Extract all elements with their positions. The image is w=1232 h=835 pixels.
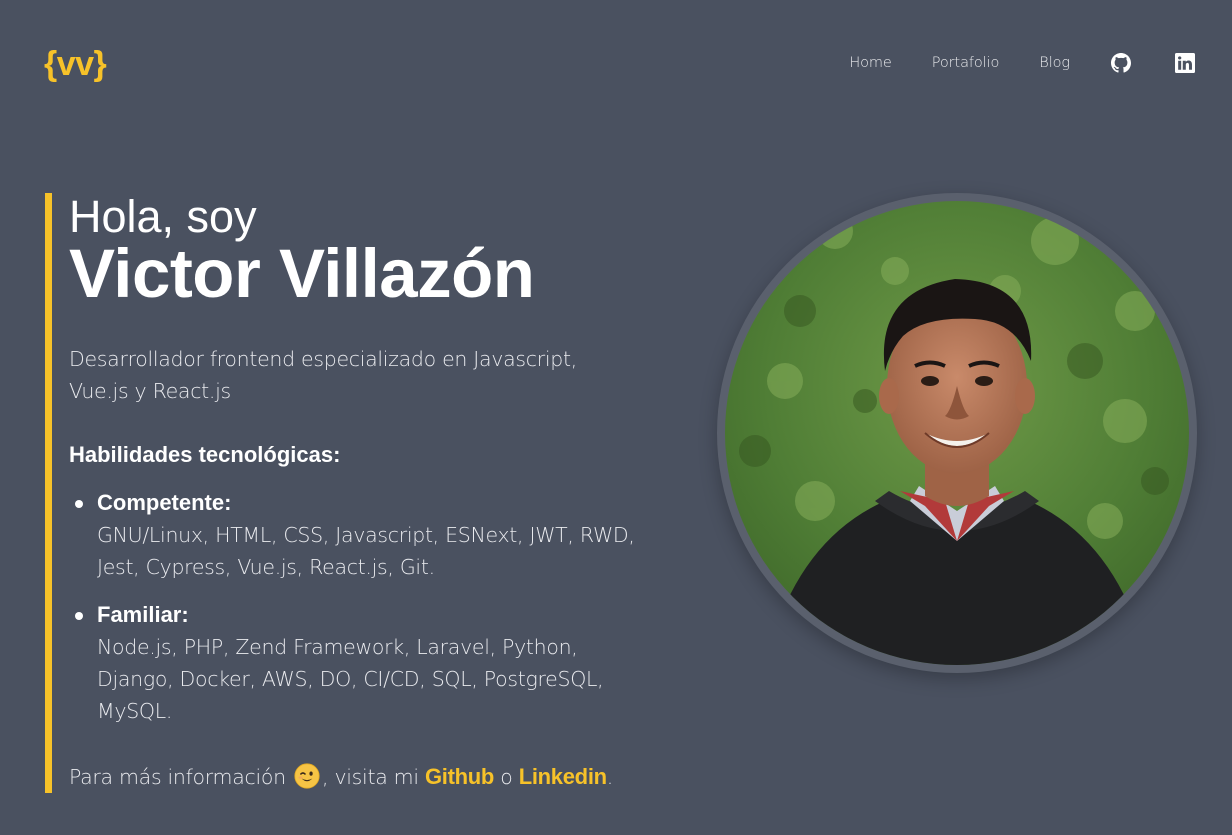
linkedin-link[interactable] — [1174, 52, 1196, 74]
profile-photo — [725, 201, 1189, 665]
person-name: Victor Villazón — [69, 235, 535, 312]
skills-list: Competente: GNU/Linux, HTML, CSS, Javasc… — [69, 487, 635, 727]
github-text-link[interactable]: Github — [425, 764, 494, 789]
tagline: Desarrollador frontend especializado en … — [69, 347, 577, 403]
linkedin-text-link[interactable]: Linkedin — [519, 764, 607, 789]
skill-group-label: Competente: — [97, 490, 232, 515]
profile-photo-illustration — [725, 201, 1189, 665]
winking-face-icon — [294, 763, 320, 789]
skill-group-label: Familiar: — [97, 602, 189, 627]
linkedin-icon — [1175, 53, 1195, 73]
skill-group-items: Node.js, PHP, Zend Framework, Laravel, P… — [97, 635, 604, 723]
more-info-connector: o — [500, 765, 513, 789]
skills-title: Habilidades tecnológicas: — [69, 442, 341, 467]
more-info-suffix: . — [606, 765, 614, 789]
skill-group-items: GNU/Linux, HTML, CSS, Javascript, ESNext… — [97, 523, 635, 579]
skill-group-competent: Competente: GNU/Linux, HTML, CSS, Javasc… — [75, 487, 635, 583]
profile-photo-frame — [717, 193, 1197, 673]
main-nav: Home Portafolio Blog — [849, 48, 1196, 78]
nav-link-home[interactable]: Home — [849, 55, 892, 71]
more-info-text: Para más información , visita mi Github … — [69, 761, 613, 793]
nav-link-blog[interactable]: Blog — [1039, 55, 1070, 71]
intro-section: Hola, soy Victor Villazón Desarrollador … — [45, 191, 635, 793]
nav-link-portfolio[interactable]: Portafolio — [932, 55, 1000, 71]
site-logo[interactable]: {vv} — [44, 44, 107, 84]
github-link[interactable] — [1110, 52, 1132, 74]
more-info-prefix: Para más información — [69, 765, 286, 789]
skill-group-familiar: Familiar: Node.js, PHP, Zend Framework, … — [75, 599, 635, 727]
github-icon — [1111, 53, 1131, 73]
more-info-middle: , visita mi — [322, 765, 419, 789]
